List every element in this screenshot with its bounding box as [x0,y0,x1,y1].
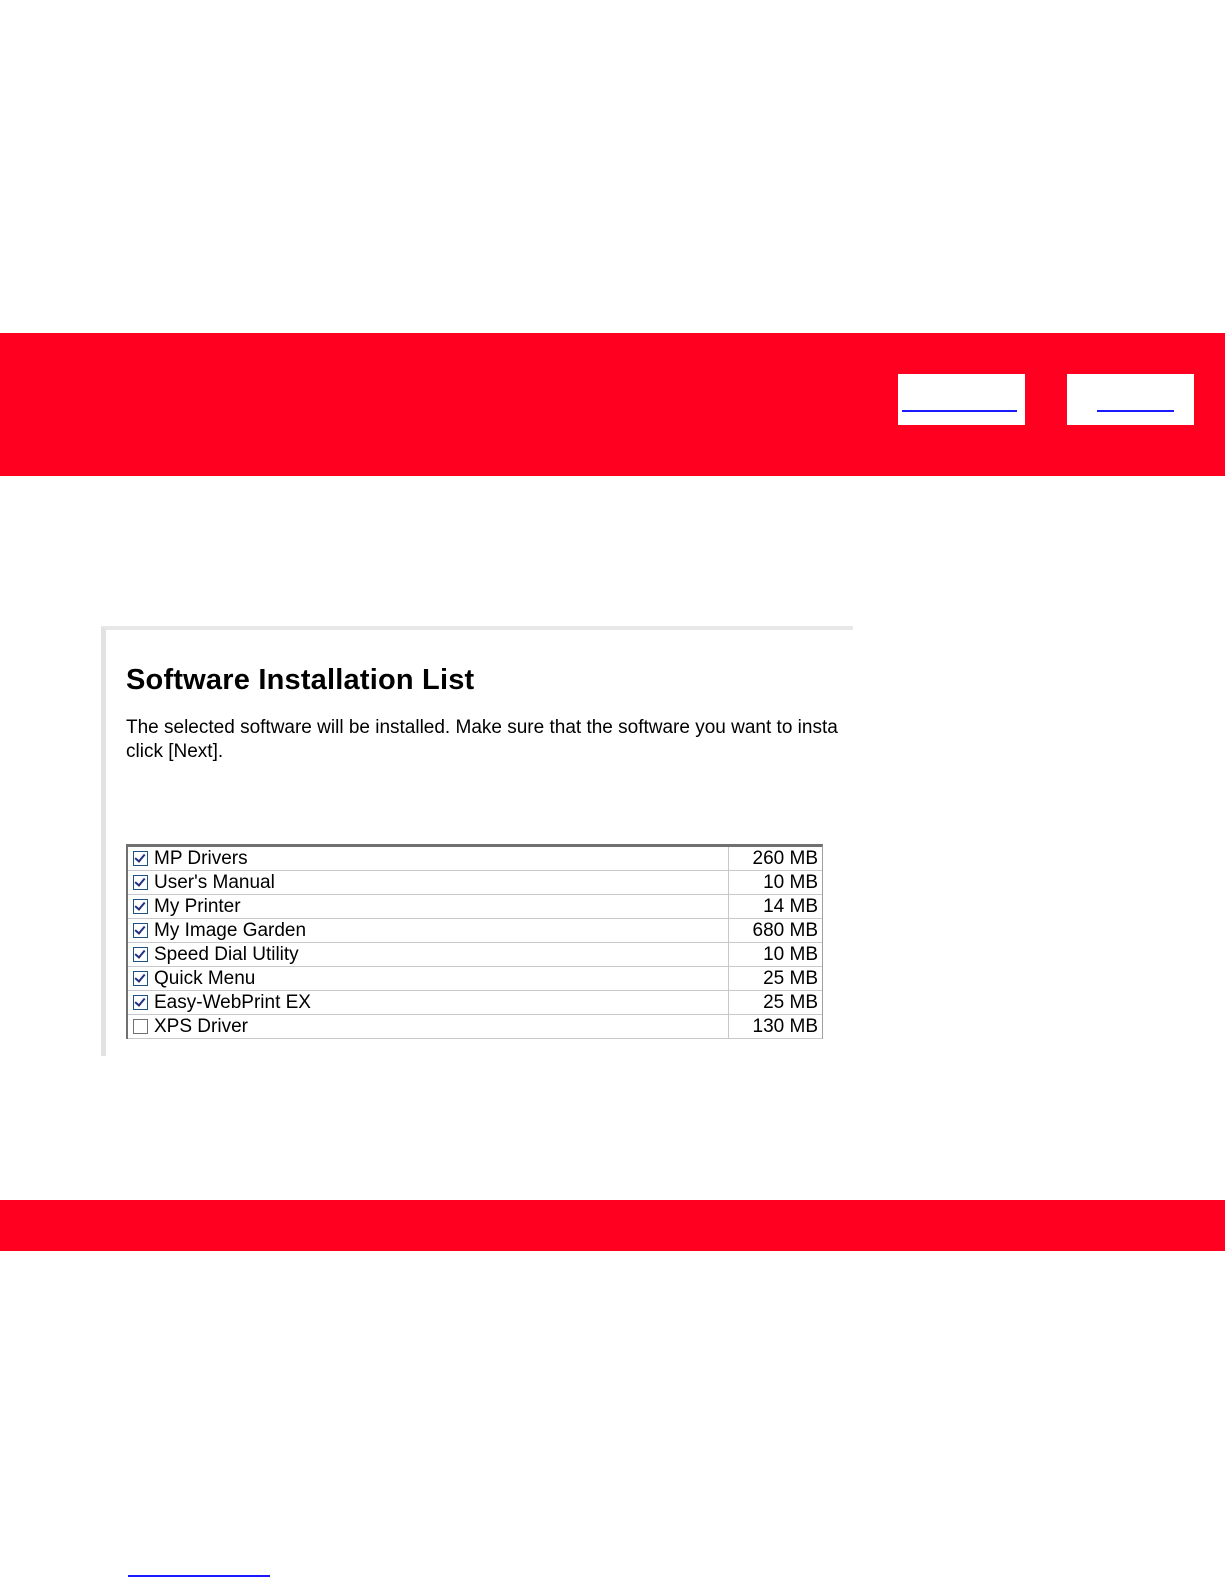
software-list-table: MP Drivers 260 MB User's Manual 10 MB My… [126,844,823,1039]
software-checkbox-my-printer[interactable] [133,899,148,914]
description-line-2: click [Next]. [126,741,224,762]
software-row-users-manual[interactable]: User's Manual 10 MB [128,871,822,895]
software-name-cell: XPS Driver [128,1015,729,1038]
software-row-speed-dial-utility[interactable]: Speed Dial Utility 10 MB [128,943,822,967]
software-name-cell: MP Drivers [128,847,729,870]
software-row-mp-drivers[interactable]: MP Drivers 260 MB [128,847,822,871]
software-size: 10 MB [763,944,818,965]
software-checkbox-xps-driver[interactable] [133,1019,148,1034]
dialog-description: The selected software will be installed.… [126,716,853,764]
software-row-xps-driver[interactable]: XPS Driver 130 MB [128,1015,822,1039]
software-name-cell: Quick Menu [128,967,729,990]
software-size: 680 MB [752,920,818,941]
software-size: 10 MB [763,872,818,893]
software-name-cell: My Printer [128,895,729,918]
dialog-title: Software Installation List [126,664,475,696]
software-row-my-printer[interactable]: My Printer 14 MB [128,895,822,919]
description-line-1: The selected software will be installed.… [126,717,838,738]
software-checkbox-easy-webprint-ex[interactable] [133,995,148,1010]
software-name: Quick Menu [154,968,256,989]
software-name: MP Drivers [154,848,248,869]
link-underline [902,410,1017,412]
header-band [0,333,1225,476]
software-name-cell: My Image Garden [128,919,729,942]
software-name: Easy-WebPrint EX [154,992,311,1013]
footer-link[interactable] [128,1575,270,1577]
software-checkbox-users-manual[interactable] [133,875,148,890]
software-size: 25 MB [763,992,818,1013]
software-row-my-image-garden[interactable]: My Image Garden 680 MB [128,919,822,943]
software-name-cell: Easy-WebPrint EX [128,991,729,1014]
software-name: My Image Garden [154,920,307,941]
software-size: 14 MB [763,896,818,917]
footer-band [0,1200,1225,1251]
software-name: My Printer [154,896,241,917]
software-checkbox-speed-dial-utility[interactable] [133,947,148,962]
software-size: 130 MB [752,1016,818,1037]
software-row-easy-webprint-ex[interactable]: Easy-WebPrint EX 25 MB [128,991,822,1015]
software-row-quick-menu[interactable]: Quick Menu 25 MB [128,967,822,991]
software-name: Speed Dial Utility [154,944,299,965]
software-name: XPS Driver [154,1016,248,1037]
nav-link-button-1[interactable] [898,374,1025,425]
software-name: User's Manual [154,872,275,893]
software-checkbox-quick-menu[interactable] [133,971,148,986]
software-size: 25 MB [763,968,818,989]
link-underline [1097,410,1174,412]
software-name-cell: User's Manual [128,871,729,894]
software-name-cell: Speed Dial Utility [128,943,729,966]
software-size: 260 MB [752,848,818,869]
software-checkbox-my-image-garden[interactable] [133,923,148,938]
software-installation-dialog: Software Installation List The selected … [101,626,853,1056]
nav-link-button-2[interactable] [1067,374,1194,425]
software-checkbox-mp-drivers[interactable] [133,851,148,866]
